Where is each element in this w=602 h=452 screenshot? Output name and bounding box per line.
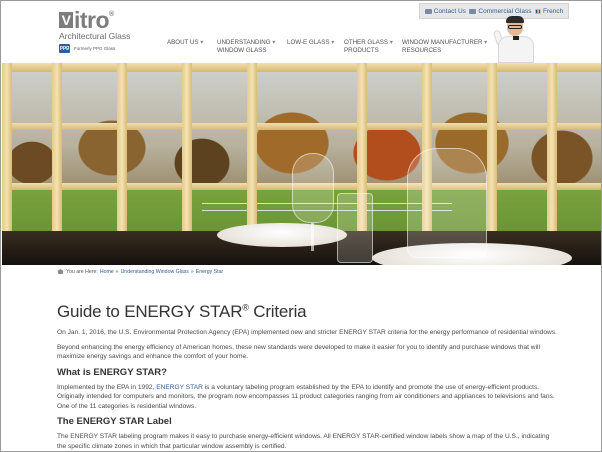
main-nav: ABOUT US ▾ UNDERSTANDING ▾ WINDOW GLASS L… (167, 39, 492, 55)
caret-down-icon: ▾ (331, 39, 335, 46)
page-title: Guide to ENERGY STAR® Criteria (57, 302, 307, 321)
hero-image (2, 63, 601, 265)
breadcrumb-current[interactable]: Energy Star (196, 269, 223, 275)
breadcrumb-understanding-link[interactable]: Understanding Window Glass (121, 269, 189, 275)
caret-down-icon: ▾ (200, 39, 204, 46)
logo-v-mark: V (59, 12, 73, 28)
main-content: You are Here: Home » Understanding Windo… (57, 267, 557, 451)
utility-bar: Contact Us Commercial Glass French (419, 3, 569, 19)
ppg-logo-icon: ppg (59, 44, 70, 53)
caret-down-icon: ▾ (272, 39, 276, 46)
label-paragraph: The ENERGY STAR labeling program makes i… (57, 433, 550, 450)
logo-subtitle: Architectural Glass (59, 31, 131, 41)
browser-frame: Vitro® Architectural Glass ppg Formerly … (0, 0, 602, 452)
nav-about-us[interactable]: ABOUT US ▾ (167, 39, 217, 55)
vitro-logo[interactable]: Vitro® Architectural Glass ppg Formerly … (59, 7, 159, 59)
building-icon (469, 8, 477, 14)
ppg-note: ppg Formerly PPG Glass (59, 44, 116, 53)
caret-down-icon: ▾ (389, 39, 393, 46)
nav-low-e-glass[interactable]: LOW-E GLASS ▾ (287, 39, 344, 55)
french-link[interactable]: French (535, 8, 563, 15)
energy-star-link[interactable]: ENERGY STAR (156, 384, 203, 391)
french-flag-icon (535, 8, 541, 14)
nav-understanding-window-glass[interactable]: UNDERSTANDING ▾ WINDOW GLASS (217, 39, 287, 55)
logo-wordmark: Vitro® (59, 7, 114, 34)
nav-window-manufacturer-resources[interactable]: WINDOW MANUFACTURER ▾ RESOURCES (402, 39, 492, 55)
site-header: Vitro® Architectural Glass ppg Formerly … (1, 1, 601, 63)
commercial-glass-link[interactable]: Commercial Glass (469, 8, 532, 15)
benefit-paragraph: Beyond enhancing the energy efficiency o… (57, 343, 540, 361)
breadcrumb: You are Here: Home » Understanding Windo… (57, 267, 557, 276)
what-is-paragraph: Implemented by the EPA in 1992, ENERGY S… (57, 383, 555, 410)
caret-down-icon: ▾ (484, 39, 488, 46)
section-heading-what-is: What is ENERGY STAR? (57, 366, 167, 378)
intro-paragraph: On Jan. 1, 2016, the U.S. Environmental … (57, 329, 557, 336)
section-heading-label: The ENERGY STAR Label (57, 416, 172, 427)
nav-other-glass-products[interactable]: OTHER GLASS ▾ PRODUCTS (344, 39, 402, 55)
scientist-mascot-image (492, 16, 539, 63)
contact-us-link[interactable]: Contact Us (424, 8, 466, 15)
envelope-icon (424, 8, 432, 14)
home-icon (57, 269, 64, 274)
breadcrumb-home-link[interactable]: Home (100, 269, 114, 275)
